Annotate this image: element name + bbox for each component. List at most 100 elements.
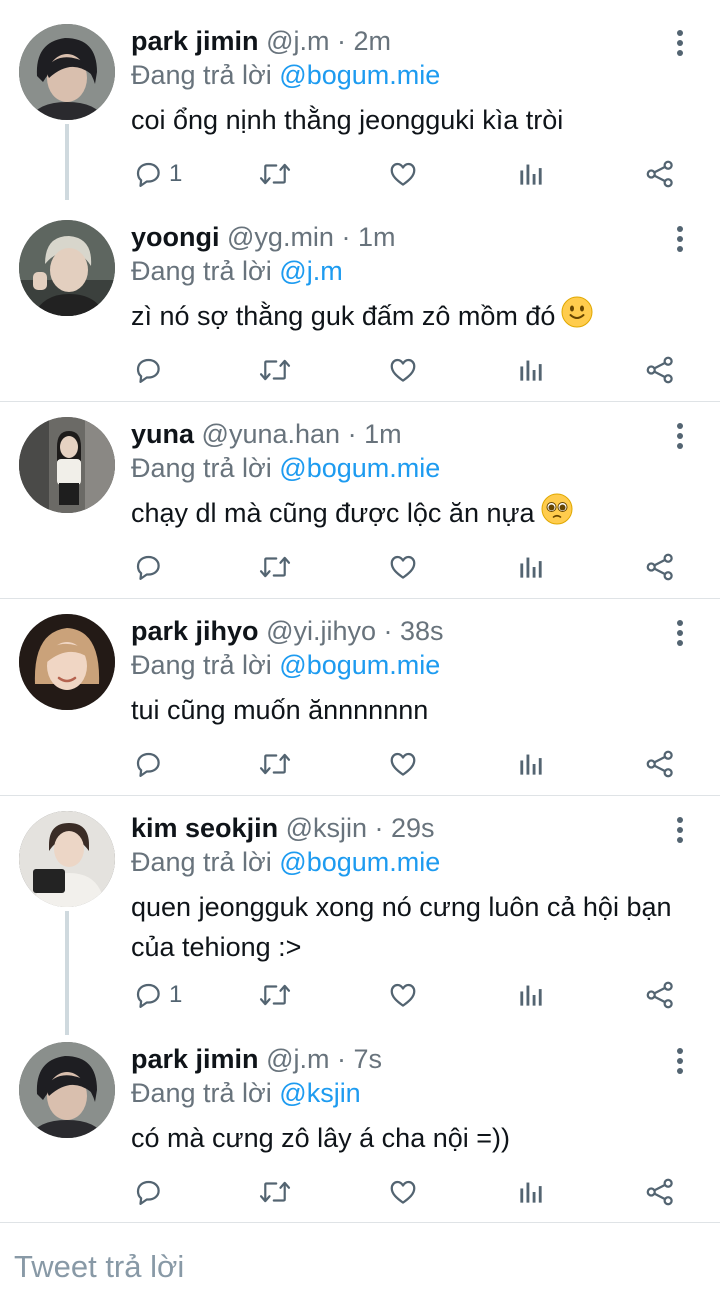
mention-link[interactable]: @bogum.mie [279, 453, 440, 483]
display-name[interactable]: kim seokjin [131, 813, 278, 843]
mention-link[interactable]: @bogum.mie [279, 650, 440, 680]
share-icon [646, 356, 673, 384]
like-button[interactable] [388, 744, 418, 784]
more-vertical-icon[interactable] [668, 224, 692, 254]
tweet-2[interactable]: yoongi @yg.min · 1m Đang trả lời @j.m zì… [0, 220, 720, 400]
avatar[interactable] [19, 1042, 115, 1138]
timestamp[interactable]: 29s [391, 813, 435, 843]
more-vertical-icon[interactable] [668, 421, 692, 451]
username[interactable]: @yuna.han [202, 419, 341, 449]
username[interactable]: @yg.min [227, 222, 334, 252]
display-name[interactable]: park jimin [131, 1044, 259, 1074]
action-bar [0, 350, 720, 390]
replying-label: Đang trả lời [131, 60, 272, 90]
display-name[interactable]: park jihyo [131, 616, 259, 646]
replying-label: Đang trả lời [131, 256, 272, 286]
reply-button[interactable] [133, 744, 169, 784]
like-button[interactable] [388, 975, 418, 1015]
tweet-header: yuna @yuna.han · 1m [131, 417, 402, 451]
timestamp[interactable]: 7s [353, 1044, 382, 1074]
like-button[interactable] [388, 547, 418, 587]
timestamp[interactable]: 1m [358, 222, 396, 252]
tweet-3[interactable]: yuna @yuna.han · 1m Đang trả lời @bogum.… [0, 417, 720, 597]
more-vertical-icon[interactable] [668, 28, 692, 58]
retweet-icon [259, 753, 291, 775]
timestamp[interactable]: 1m [364, 419, 402, 449]
reply-button[interactable] [133, 350, 169, 390]
analytics-button[interactable] [518, 547, 544, 587]
tweet-4[interactable]: park jihyo @yi.jihyo · 38s Đang trả lời … [0, 614, 720, 794]
mention-link[interactable]: @j.m [279, 256, 342, 286]
tweet-text: có mà cưng zô lây á cha nội =)) [131, 1118, 691, 1158]
share-button[interactable] [645, 154, 675, 194]
more-vertical-icon[interactable] [668, 1046, 692, 1076]
username[interactable]: @j.m [266, 26, 329, 56]
reply-button[interactable]: 1 [133, 975, 182, 1015]
avatar[interactable] [19, 811, 115, 907]
analytics-button[interactable] [518, 975, 544, 1015]
tweet-header: park jihyo @yi.jihyo · 38s [131, 614, 444, 648]
tweet-text-content: coi ổng nịnh thằng jeongguki kìa tròi [131, 105, 564, 135]
tweet-text-content: chạy dl mà cũng được lộc ăn nựa [131, 498, 535, 528]
share-button[interactable] [645, 1172, 675, 1212]
reply-input[interactable] [14, 1247, 704, 1287]
like-button[interactable] [388, 350, 418, 390]
like-button[interactable] [388, 154, 418, 194]
retweet-button[interactable] [258, 350, 292, 390]
tweet-text: quen jeongguk xong nó cưng luôn cả hội b… [131, 887, 691, 967]
more-vertical-icon[interactable] [668, 618, 692, 648]
retweet-icon [259, 163, 291, 185]
avatar[interactable] [19, 417, 115, 513]
display-name[interactable]: yuna [131, 419, 194, 449]
divider [0, 598, 720, 599]
analytics-icon [520, 164, 542, 185]
timestamp[interactable]: 2m [353, 26, 391, 56]
tweet-text-content: zì nó sợ thằng guk đấm zô mồm đó [131, 301, 556, 331]
retweet-button[interactable] [258, 547, 292, 587]
avatar[interactable] [19, 24, 115, 120]
display-name[interactable]: yoongi [131, 222, 220, 252]
analytics-button[interactable] [518, 350, 544, 390]
analytics-button[interactable] [518, 744, 544, 784]
tweet-1[interactable]: park jimin @j.m · 2m Đang trả lời @bogum… [0, 24, 720, 200]
avatar[interactable] [19, 614, 115, 710]
replying-to: Đang trả lời @bogum.mie [131, 451, 440, 485]
analytics-icon [520, 754, 542, 775]
analytics-button[interactable] [518, 1172, 544, 1212]
reply-icon [136, 983, 160, 1008]
share-button[interactable] [645, 547, 675, 587]
avatar[interactable] [19, 220, 115, 316]
share-icon [646, 553, 673, 581]
reply-button[interactable] [133, 1172, 169, 1212]
reply-button[interactable] [133, 547, 169, 587]
share-button[interactable] [645, 975, 675, 1015]
reply-button[interactable]: 1 [133, 154, 182, 194]
reply-composer [0, 1222, 720, 1312]
reply-icon [136, 752, 160, 777]
display-name[interactable]: park jimin [131, 26, 259, 56]
username[interactable]: @j.m [266, 1044, 329, 1074]
analytics-button[interactable] [518, 154, 544, 194]
replying-to: Đang trả lời @bogum.mie [131, 58, 440, 92]
more-vertical-icon[interactable] [668, 815, 692, 845]
mention-link[interactable]: @bogum.mie [279, 60, 440, 90]
retweet-button[interactable] [258, 1172, 292, 1212]
timestamp[interactable]: 38s [400, 616, 444, 646]
action-bar: 1 [0, 154, 720, 194]
retweet-button[interactable] [258, 744, 292, 784]
replying-to: Đang trả lời @bogum.mie [131, 845, 440, 879]
retweet-button[interactable] [258, 975, 292, 1015]
mention-link[interactable]: @bogum.mie [279, 847, 440, 877]
tweet-6[interactable]: park jimin @j.m · 7s Đang trả lời @ksjin… [0, 1042, 720, 1218]
username[interactable]: @yi.jihyo [266, 616, 376, 646]
share-button[interactable] [645, 350, 675, 390]
like-button[interactable] [388, 1172, 418, 1212]
action-bar [0, 744, 720, 784]
mention-link[interactable]: @ksjin [279, 1078, 360, 1108]
analytics-icon [520, 985, 542, 1006]
share-button[interactable] [645, 744, 675, 784]
retweet-button[interactable] [258, 154, 292, 194]
analytics-icon [520, 557, 542, 578]
tweet-5[interactable]: kim seokjin @ksjin · 29s Đang trả lời @b… [0, 811, 720, 1035]
username[interactable]: @ksjin [286, 813, 367, 843]
